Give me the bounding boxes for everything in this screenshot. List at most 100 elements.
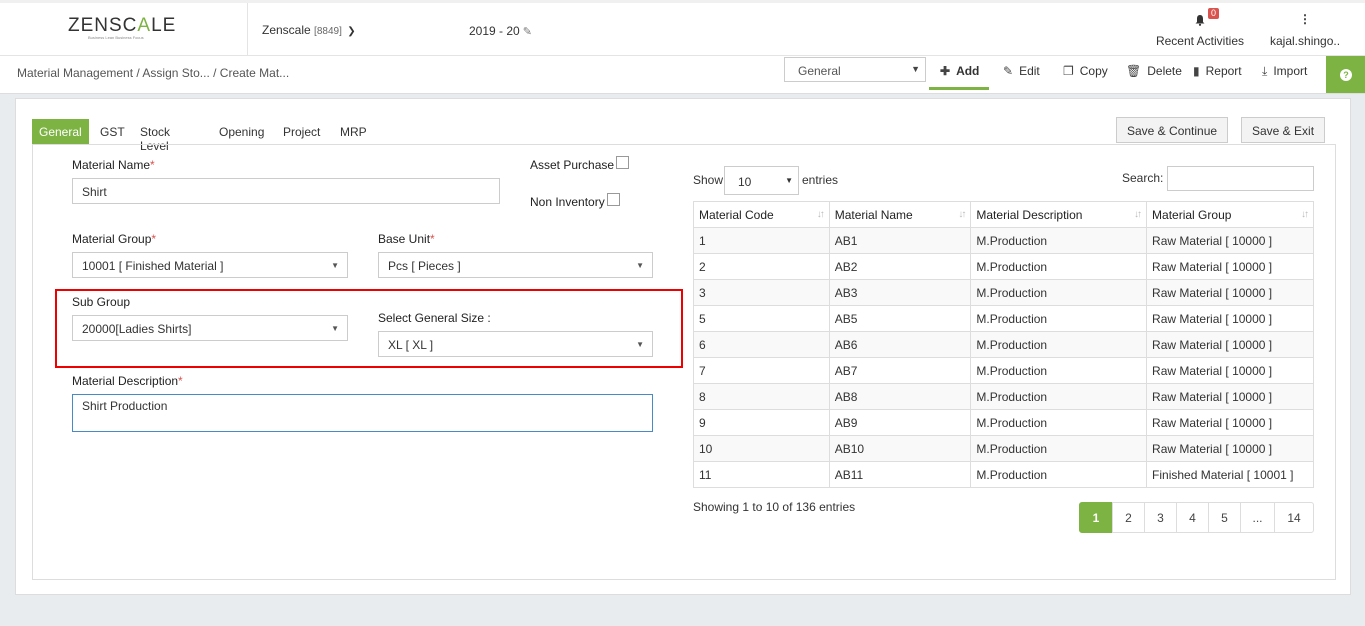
table-row[interactable]: 5 AB5 M.Production Raw Material [ 10000 ] — [693, 305, 1314, 332]
entries-value: 10 — [738, 175, 752, 189]
sub-group-select[interactable]: 20000[Ladies Shirts] ▼ — [72, 315, 348, 341]
recent-activities-label: Recent Activities — [1155, 34, 1245, 48]
table-cell: Raw Material [ 10000 ] — [1146, 227, 1314, 254]
save-continue-button[interactable]: Save & Continue — [1116, 117, 1229, 143]
logo[interactable]: ZENSCALE Business Lean Business Focus — [0, 3, 248, 56]
table-cell: 2 — [693, 253, 830, 280]
edit-icon[interactable]: ✎ — [523, 26, 532, 38]
column-header[interactable]: Material Description ↓↑ — [970, 201, 1148, 228]
entries-select[interactable]: 10 ▼ — [724, 166, 799, 195]
page-button[interactable]: 3 — [1144, 502, 1177, 533]
page-button[interactable]: 14 — [1274, 502, 1314, 533]
table-row[interactable]: 7 AB7 M.Production Raw Material [ 10000 ] — [693, 357, 1314, 384]
edit-button[interactable]: ✎ Edit — [1003, 64, 1040, 78]
table-cell: AB2 — [828, 253, 972, 280]
table-cell: Raw Material [ 10000 ] — [1146, 357, 1314, 384]
delete-button[interactable]: 🗑 Delete — [1126, 64, 1182, 78]
column-header[interactable]: Material Group ↓↑ — [1146, 201, 1314, 228]
add-button[interactable]: ✚ Add — [940, 64, 979, 78]
page-button[interactable]: 2 — [1112, 502, 1145, 533]
non-inventory-checkbox[interactable] — [606, 193, 620, 207]
column-header[interactable]: Material Name ↓↑ — [828, 201, 972, 228]
page-button[interactable]: 1 — [1079, 502, 1113, 533]
general-size-select[interactable]: XL [ XL ] ▼ — [378, 331, 653, 357]
breadcrumb-root[interactable]: Material Management — [17, 66, 133, 80]
asset-purchase-checkbox[interactable] — [616, 156, 630, 170]
user-name: kajal.shingo.. — [1270, 34, 1341, 48]
active-indicator — [929, 87, 989, 90]
table-cell: Raw Material [ 10000 ] — [1146, 253, 1314, 280]
table-cell: M.Production — [970, 409, 1148, 436]
table-row[interactable]: 9 AB9 M.Production Raw Material [ 10000 ] — [693, 409, 1314, 436]
table-cell: Raw Material [ 10000 ] — [1146, 435, 1314, 462]
caret-down-icon: ▼ — [331, 261, 339, 270]
save-exit-button[interactable]: Save & Exit — [1241, 117, 1326, 143]
table-cell: AB1 — [828, 227, 972, 254]
import-label: Import — [1273, 64, 1308, 78]
table-row[interactable]: 11 AB11 M.Production Finished Material [ 10… — [693, 461, 1314, 488]
breadcrumb: Material Management / Assign Sto... / Cr… — [17, 66, 289, 80]
table-row[interactable]: 3 AB3 M.Production Raw Material [ 10000 ] — [693, 279, 1314, 306]
table-cell: 5 — [693, 305, 830, 332]
table-row[interactable]: 10 AB10 M.Production Raw Material [ 10000 ] — [693, 435, 1314, 462]
breadcrumb-level2[interactable]: / Assign Sto... — [136, 66, 209, 80]
table-cell: Raw Material [ 10000 ] — [1146, 331, 1314, 358]
tab-project[interactable]: Project — [283, 119, 320, 145]
add-label: Add — [956, 64, 980, 78]
bell-icon — [1194, 14, 1206, 26]
table-row[interactable]: 6 AB6 M.Production Raw Material [ 10000 ] — [693, 331, 1314, 358]
sort-icon: ↓↑ — [1134, 209, 1142, 220]
tab-gst[interactable]: GST — [100, 119, 125, 145]
file-icon: ▮ — [1193, 64, 1200, 78]
material-name-label: Material Name* — [72, 158, 155, 172]
table-cell: 10 — [693, 435, 830, 462]
question-icon: ? — [1340, 69, 1352, 81]
logo-text: ZENSCALE — [68, 15, 177, 36]
import-button[interactable]: ⤓ Import — [1262, 64, 1307, 79]
table-cell: M.Production — [970, 279, 1148, 306]
tab-stock-level[interactable]: Stock Level — [140, 119, 170, 153]
page-button[interactable]: 4 — [1176, 502, 1209, 533]
table-cell: AB11 — [828, 461, 972, 488]
top-header: ZENSCALE Business Lean Business Focus Ze… — [0, 0, 1365, 56]
recent-activities[interactable]: Recent Activities — [1150, 9, 1250, 48]
table-row[interactable]: 2 AB2 M.Production Raw Material [ 10000 ] — [693, 253, 1314, 280]
fiscal-year[interactable]: 2019 - 20 ✎ — [469, 24, 532, 38]
page-ellipsis: ... — [1240, 502, 1275, 533]
base-unit-select[interactable]: Pcs [ Pieces ] ▼ — [378, 252, 653, 278]
material-group-select[interactable]: 10001 [ Finished Material ] ▼ — [72, 252, 348, 278]
view-select[interactable]: General ▼ — [784, 57, 926, 82]
table-cell: AB10 — [828, 435, 972, 462]
company-switcher[interactable]: Zenscale [8849] ❯ — [262, 23, 356, 37]
help-button[interactable]: ? — [1326, 56, 1365, 93]
table-cell: Finished Material [ 10001 ] — [1146, 461, 1314, 488]
tab-mrp[interactable]: MRP — [340, 119, 367, 145]
caret-down-icon: ▼ — [636, 340, 644, 349]
table-cell: Raw Material [ 10000 ] — [1146, 305, 1314, 332]
copy-button[interactable]: ❐ Copy — [1063, 64, 1108, 78]
tab-opening[interactable]: Opening — [219, 119, 264, 145]
search-input[interactable] — [1167, 166, 1314, 191]
download-icon: ⤓ — [1262, 64, 1268, 78]
table-cell: AB5 — [828, 305, 972, 332]
material-name-input[interactable]: Shirt — [72, 178, 500, 204]
table-row[interactable]: 8 AB8 M.Production Raw Material [ 10000 ] — [693, 383, 1314, 410]
table-cell: Raw Material [ 10000 ] — [1146, 409, 1314, 436]
material-group-value: 10001 [ Finished Material ] — [82, 259, 224, 273]
user-menu[interactable]: ⋮ kajal.shingo.. — [1270, 9, 1340, 48]
table-cell: AB3 — [828, 279, 972, 306]
material-description-textarea[interactable]: Shirt Production — [72, 394, 653, 432]
table-cell: Raw Material [ 10000 ] — [1146, 383, 1314, 410]
column-header[interactable]: Material Code ↓↑ — [693, 201, 830, 228]
breadcrumb-level3: / Create Mat... — [213, 66, 290, 80]
tab-general[interactable]: General — [32, 119, 89, 145]
entries-label: entries — [802, 173, 839, 187]
sort-icon: ↓↑ — [958, 209, 966, 220]
page-button[interactable]: 5 — [1208, 502, 1241, 533]
report-button[interactable]: ▮ Report — [1193, 64, 1242, 78]
table-row[interactable]: 1 AB1 M.Production Raw Material [ 10000 ] — [693, 227, 1314, 254]
trash-icon: 🗑 — [1126, 64, 1142, 78]
plus-icon: ✚ — [940, 64, 951, 78]
delete-label: Delete — [1147, 64, 1182, 78]
table-cell: 6 — [693, 331, 830, 358]
